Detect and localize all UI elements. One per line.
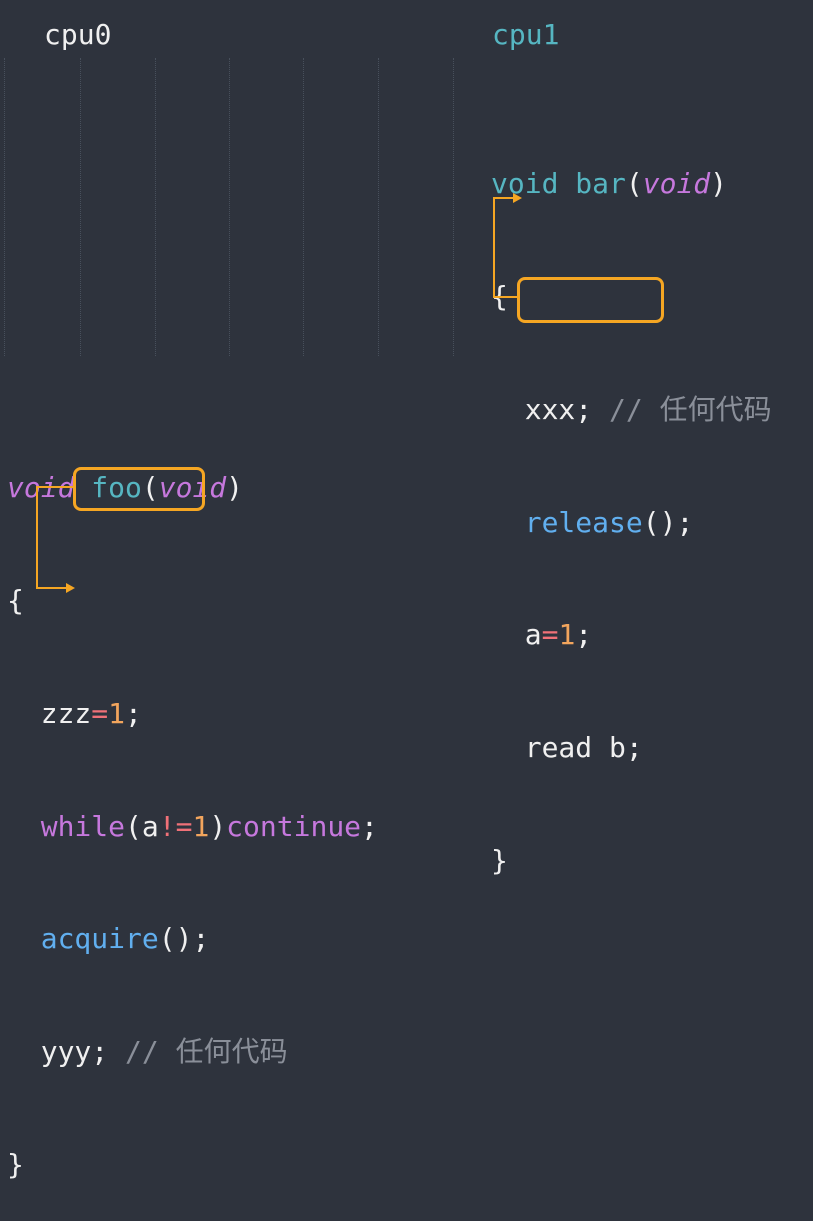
number: 1 <box>192 809 210 843</box>
comment: // 任何代码 <box>125 1035 288 1069</box>
code-text: (); <box>158 922 210 956</box>
arrow-head-icon <box>66 583 75 593</box>
reorder-arrows <box>36 193 522 593</box>
code-line: zzz=1; <box>7 695 378 733</box>
cpu1-arrow-line <box>493 197 517 298</box>
code-line: while(a!=1)continue; <box>7 808 378 846</box>
cpu0-arrow-line <box>36 486 73 589</box>
variable: a <box>141 809 159 843</box>
paren: ( <box>125 809 142 843</box>
number: 1 <box>108 696 126 730</box>
keyword: while <box>40 809 126 843</box>
close-brace: } <box>491 843 508 877</box>
paren: ) <box>209 809 227 843</box>
code-text: ; <box>125 696 142 730</box>
code-line: read b; <box>491 729 772 767</box>
operator: = <box>91 696 109 730</box>
code-text: ; <box>361 809 378 843</box>
code-line: yyy; // 任何代码 <box>7 1033 378 1071</box>
read-b-statement: read b; <box>524 731 643 765</box>
close-brace: } <box>7 1147 24 1181</box>
code-line: acquire(); <box>7 920 378 958</box>
keyword: continue <box>226 809 362 843</box>
arrow-head-icon <box>513 193 522 203</box>
code-text: yyy; <box>40 1035 109 1069</box>
variable: zzz <box>40 696 92 730</box>
operator: != <box>158 809 193 843</box>
function-call: acquire <box>40 922 159 956</box>
